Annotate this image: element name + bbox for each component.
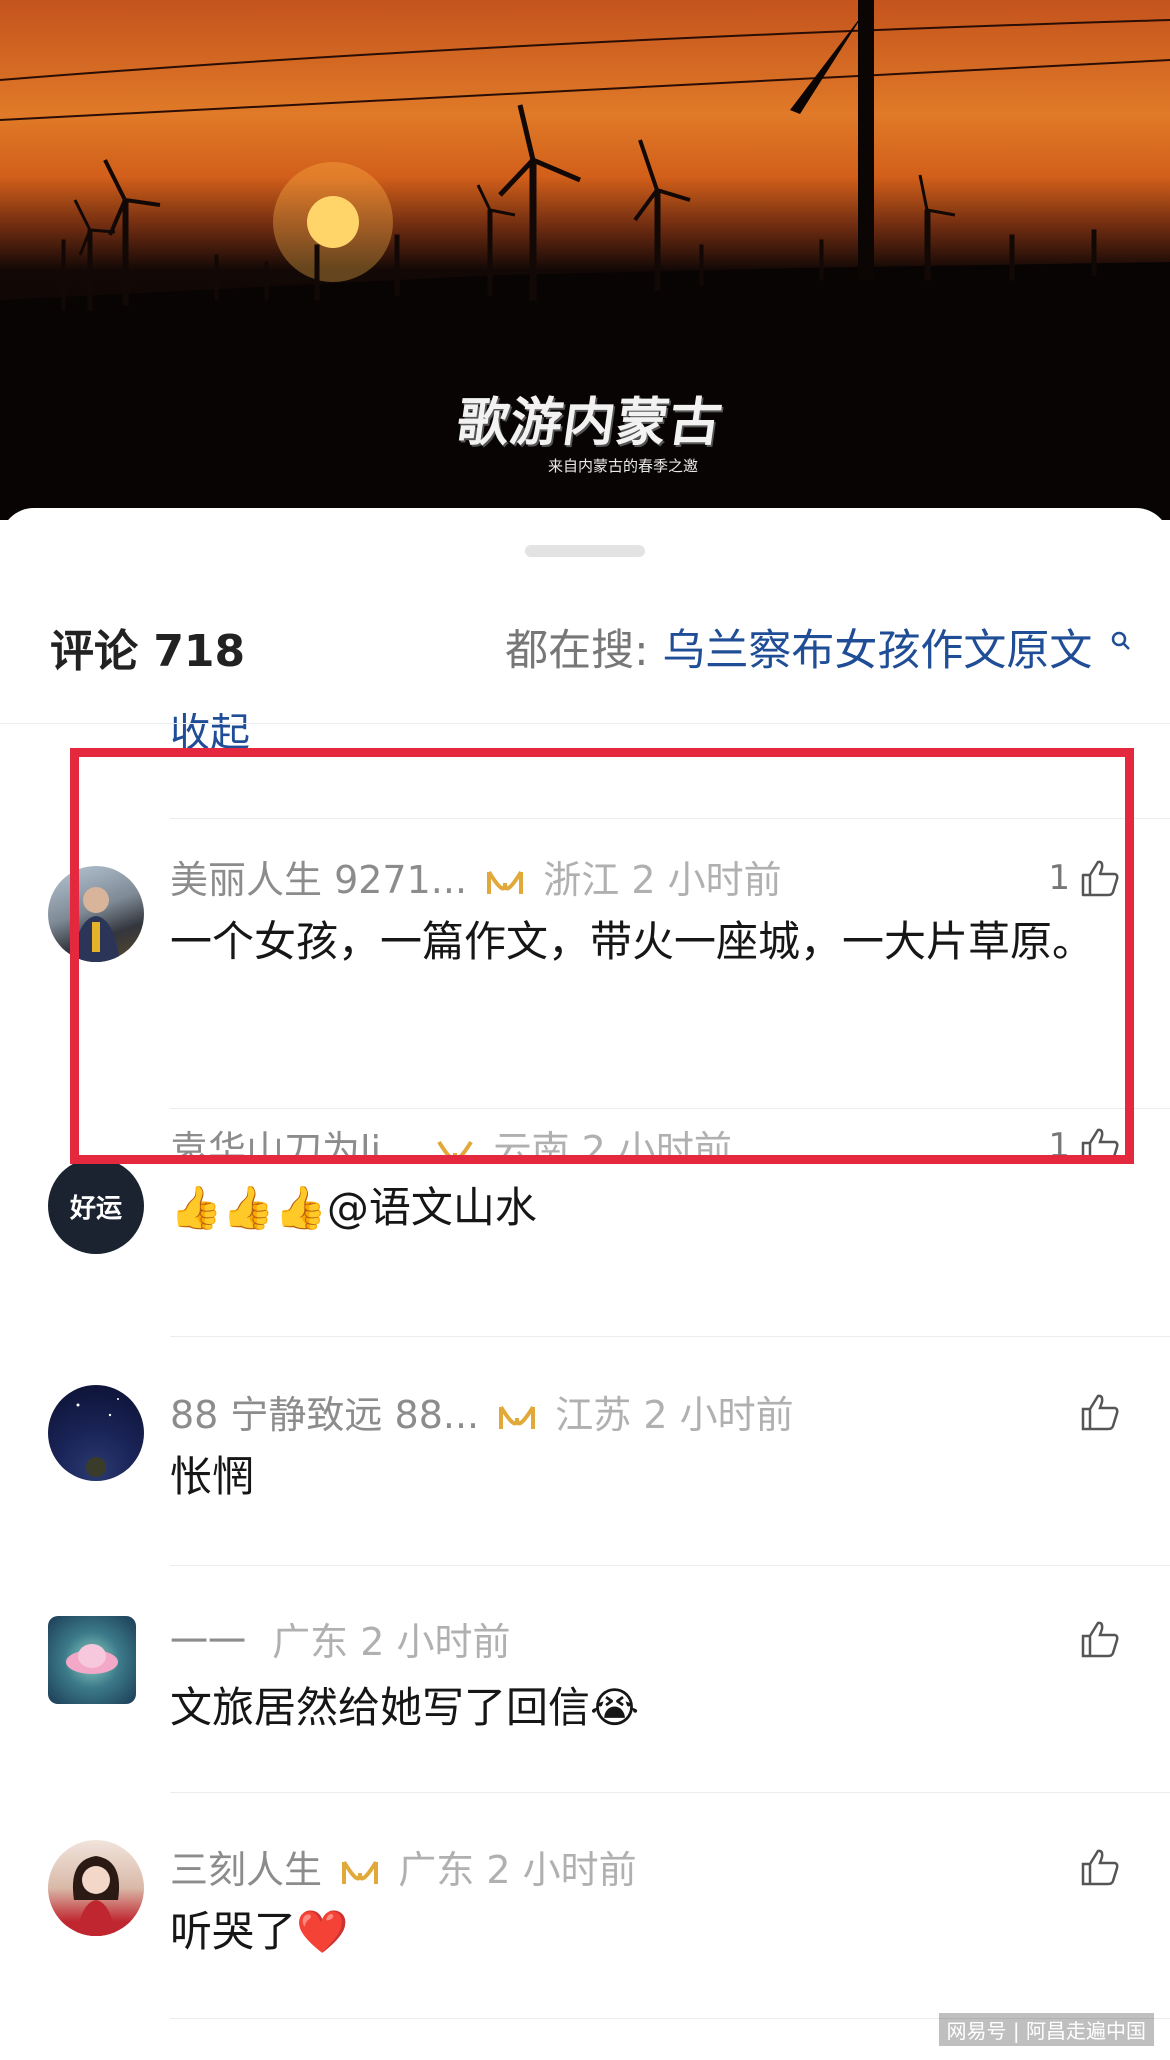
avatar[interactable] (48, 1840, 144, 1936)
timestamp: 2 小时前 (360, 1620, 511, 1664)
watermark: 网易号 | 阿昌走遍中国 (938, 2013, 1154, 2046)
separator (170, 1565, 1170, 1566)
timestamp: 2 小时前 (486, 1848, 637, 1892)
comment-text: 怅惘 (170, 1452, 255, 1501)
thumbs-up-icon (1081, 1849, 1119, 1886)
username[interactable]: 88 宁静致远 88... (170, 1393, 479, 1437)
hero-title: 歌游内蒙古 (453, 393, 727, 453)
username[interactable]: 一一 (170, 1620, 246, 1664)
comment-text: 听哭了❤️ (170, 1907, 349, 1956)
avatar[interactable] (48, 1385, 144, 1481)
separator (170, 1336, 1170, 1337)
comment-count: 评论 718 (50, 626, 246, 677)
avatar[interactable]: 好运 (48, 1158, 144, 1254)
avatar-text: 好运 (69, 1193, 122, 1224)
highlight-box (70, 748, 1134, 1164)
collapse-replies-link[interactable]: 收起 (170, 713, 250, 753)
avatar[interactable] (48, 1616, 136, 1704)
comment-meta: 一一 广东 2 小时前 (170, 1620, 510, 1666)
location: 江苏 (555, 1393, 632, 1437)
hero-subtitle: 来自内蒙古的春季之邀 (548, 457, 699, 475)
separator (170, 1792, 1170, 1793)
video-banner[interactable]: 歌游内蒙古 来自内蒙古的春季之邀 (0, 0, 1170, 520)
like-button[interactable] (1070, 1393, 1120, 1431)
timestamp: 2 小时前 (643, 1393, 794, 1437)
comment-sheet: 评论 718 都在搜: 乌兰察布女孩作文原文 收起 (0, 508, 1170, 2060)
like-button[interactable] (1070, 1848, 1120, 1886)
header-divider (0, 723, 1170, 724)
trending-search[interactable]: 都在搜: 乌兰察布女孩作文原文 (505, 630, 1132, 673)
location: 广东 (272, 1620, 349, 1664)
thumbs-up-icon (1081, 1621, 1119, 1658)
thumbs-up-icon (1081, 1394, 1119, 1431)
vip-badge-icon (342, 1860, 379, 1884)
location: 广东 (398, 1848, 475, 1892)
comment-meta: 88 宁静致远 88... 江苏 2 小时前 (170, 1393, 794, 1439)
vip-badge-icon (499, 1405, 536, 1429)
drag-handle[interactable] (525, 545, 645, 557)
trending-search-term[interactable]: 乌兰察布女孩作文原文 (662, 626, 1092, 676)
comment-meta: 三刻人生 广东 2 小时前 (170, 1848, 637, 1894)
username[interactable]: 三刻人生 (170, 1848, 322, 1892)
trending-search-label: 都在搜: (505, 626, 649, 676)
like-button[interactable] (1070, 1620, 1120, 1658)
comment-text: 文旅居然给她写了回信😭 (170, 1683, 640, 1732)
comment-text: 👍👍👍@语文山水 (170, 1183, 537, 1232)
search-icon[interactable] (1110, 630, 1132, 652)
